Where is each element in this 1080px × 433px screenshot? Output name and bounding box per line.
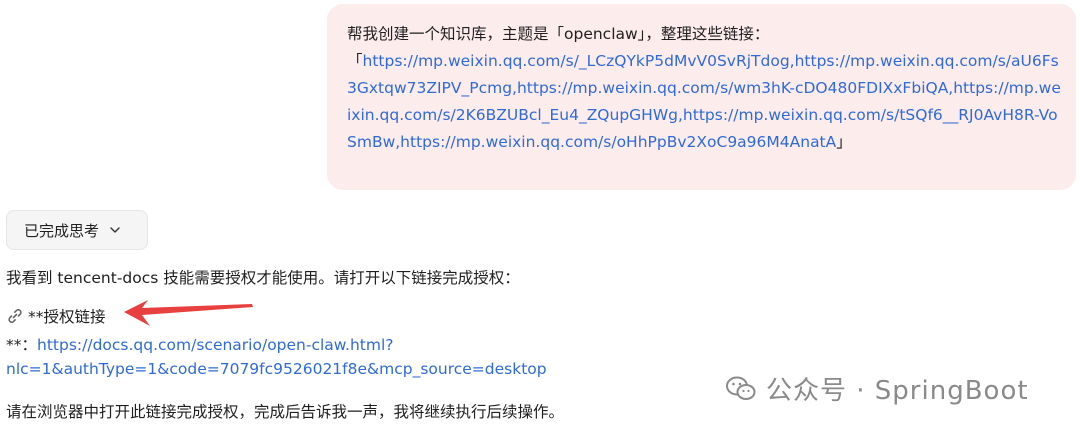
user-message-bubble: 帮我创建一个知识库，主题是「openclaw」，整理这些链接： 「https:/… <box>327 4 1076 190</box>
thinking-label: 已完成思考 <box>24 221 100 240</box>
thinking-toggle-button[interactable]: 已完成思考 <box>6 210 148 250</box>
red-arrow-annotation <box>124 300 253 326</box>
auth-url-prefix: **： <box>6 336 38 354</box>
auth-url-part-1[interactable]: https://docs.qq.com/scenario/open-claw.h… <box>37 336 394 354</box>
assistant-intro: 我看到 tencent-docs 技能需要授权才能使用。请打开以下链接完成授权： <box>6 269 520 287</box>
open-bracket: 「 <box>347 52 363 70</box>
chat-page: 帮我创建一个知识库，主题是「openclaw」，整理这些链接： 「https:/… <box>0 0 1080 433</box>
auth-url-line-1: **：https://docs.qq.com/scenario/open-cla… <box>6 333 394 355</box>
link-icon <box>8 309 22 323</box>
auth-link-heading: **授权链接 <box>6 305 106 327</box>
auth-url-line-2: nlc=1&authType=1&code=7079fc9526021f8e&m… <box>6 360 547 378</box>
close-bracket: 」 <box>836 133 852 151</box>
chevron-down-icon <box>110 227 120 233</box>
assistant-final: 请在浏览器中打开此链接完成授权，完成后告诉我一声，我将继续执行后续操作。 <box>6 403 565 421</box>
user-prompt-text: 帮我创建一个知识库，主题是「openclaw」，整理这些链接： <box>347 25 770 43</box>
user-links-block: 「https://mp.weixin.qq.com/s/_LCzQYkP5dMv… <box>347 48 1065 156</box>
wechat-icon <box>726 376 756 400</box>
watermark: 公众号 · SpringBoot <box>726 370 1029 407</box>
auth-link-label: **授权链接 <box>28 308 106 326</box>
auth-url-part-2[interactable]: nlc=1&authType=1&code=7079fc9526021f8e&m… <box>6 360 547 378</box>
user-links[interactable]: https://mp.weixin.qq.com/s/_LCzQYkP5dMvV… <box>347 52 1061 151</box>
watermark-text: 公众号 · SpringBoot <box>766 376 1029 406</box>
